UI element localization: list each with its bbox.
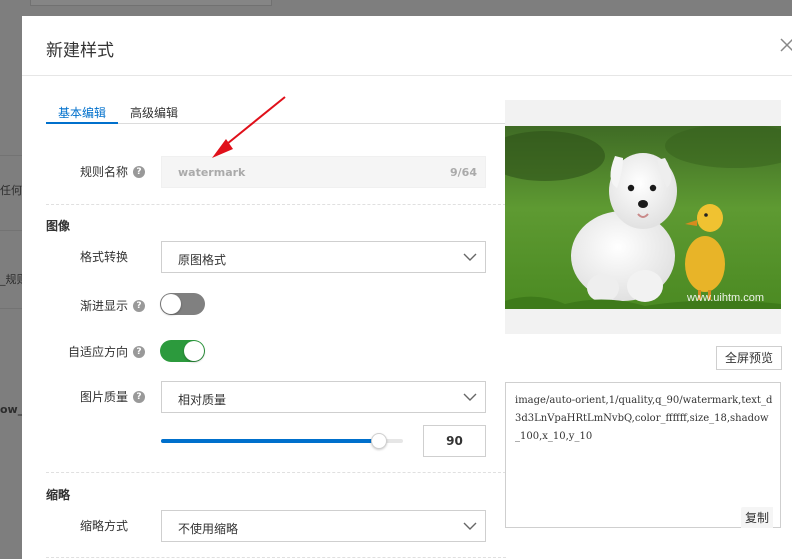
help-icon[interactable]: ?	[133, 390, 146, 403]
progressive-display-label-text: 渐进显示	[80, 299, 129, 313]
section-divider	[46, 557, 506, 558]
progressive-display-label: 渐进显示 ?	[80, 297, 146, 314]
rule-name-label: 规则名称 ?	[80, 163, 146, 180]
quality-slider-handle[interactable]	[371, 433, 387, 449]
image-quality-value: 相对质量	[178, 393, 227, 407]
format-conversion-select[interactable]: 原图格式	[161, 241, 486, 273]
quality-slider[interactable]	[161, 433, 403, 449]
auto-orient-label-text: 自适应方向	[68, 345, 129, 359]
edit-tabs: 基本编辑 高级编辑	[46, 102, 506, 124]
thumbnail-section-title: 缩略	[46, 488, 71, 502]
rule-name-label-text: 规则名称	[80, 165, 129, 179]
toggle-knob	[184, 341, 204, 361]
preview-panel: www.uihtm.com	[505, 100, 781, 334]
quality-value-input[interactable]: 90	[423, 425, 486, 457]
toggle-knob	[161, 294, 181, 314]
chevron-down-icon	[463, 522, 477, 530]
format-conversion-label: 格式转换	[80, 248, 128, 265]
image-quality-select[interactable]: 相对质量	[161, 381, 486, 413]
image-quality-label-text: 图片质量	[80, 390, 129, 404]
watermark-text: www.uihtm.com	[686, 292, 764, 304]
thumbnail-mode-select[interactable]: 不使用缩略	[161, 510, 486, 542]
help-icon[interactable]: ?	[133, 299, 146, 312]
fullscreen-preview-button[interactable]: 全屏预览	[716, 346, 782, 370]
section-divider	[46, 204, 506, 205]
progressive-display-toggle[interactable]	[160, 293, 205, 315]
style-code-text: image/auto-orient,1/quality,q_90/waterma…	[515, 395, 773, 442]
help-icon[interactable]: ?	[133, 165, 146, 178]
chevron-down-icon	[463, 393, 477, 401]
format-conversion-value: 原图格式	[178, 253, 227, 267]
thumbnail-mode-value: 不使用缩略	[178, 522, 239, 536]
dialog-header: 新建样式	[22, 16, 792, 76]
auto-orient-toggle[interactable]	[160, 340, 205, 362]
tab-basic-edit[interactable]: 基本编辑	[46, 104, 118, 124]
close-icon[interactable]	[780, 36, 792, 54]
section-divider	[46, 472, 506, 473]
help-icon[interactable]: ?	[133, 345, 146, 358]
dialog-title: 新建样式	[46, 41, 114, 61]
quality-slider-fill	[161, 439, 379, 443]
char-counter: 9/64	[450, 166, 477, 179]
thumbnail-mode-label-text: 缩略方式	[80, 519, 129, 533]
style-code-box[interactable]: image/auto-orient,1/quality,q_90/waterma…	[505, 382, 781, 528]
preview-image: www.uihtm.com	[505, 126, 781, 309]
thumbnail-mode-label: 缩略方式	[80, 517, 128, 534]
chevron-down-icon	[463, 253, 477, 261]
format-conversion-label-text: 格式转换	[80, 250, 129, 264]
new-style-dialog: 新建样式 基本编辑 高级编辑 规则名称 ? watermark 9/64 图像 …	[22, 16, 792, 559]
auto-orient-label: 自适应方向 ?	[68, 343, 146, 360]
tab-advanced-edit[interactable]: 高级编辑	[130, 104, 178, 124]
image-section-title: 图像	[46, 219, 71, 233]
image-quality-label: 图片质量 ?	[80, 388, 146, 405]
copy-button[interactable]: 复制	[741, 507, 774, 528]
rule-name-value: watermark	[178, 166, 246, 179]
rule-name-input[interactable]: watermark 9/64	[161, 156, 486, 188]
